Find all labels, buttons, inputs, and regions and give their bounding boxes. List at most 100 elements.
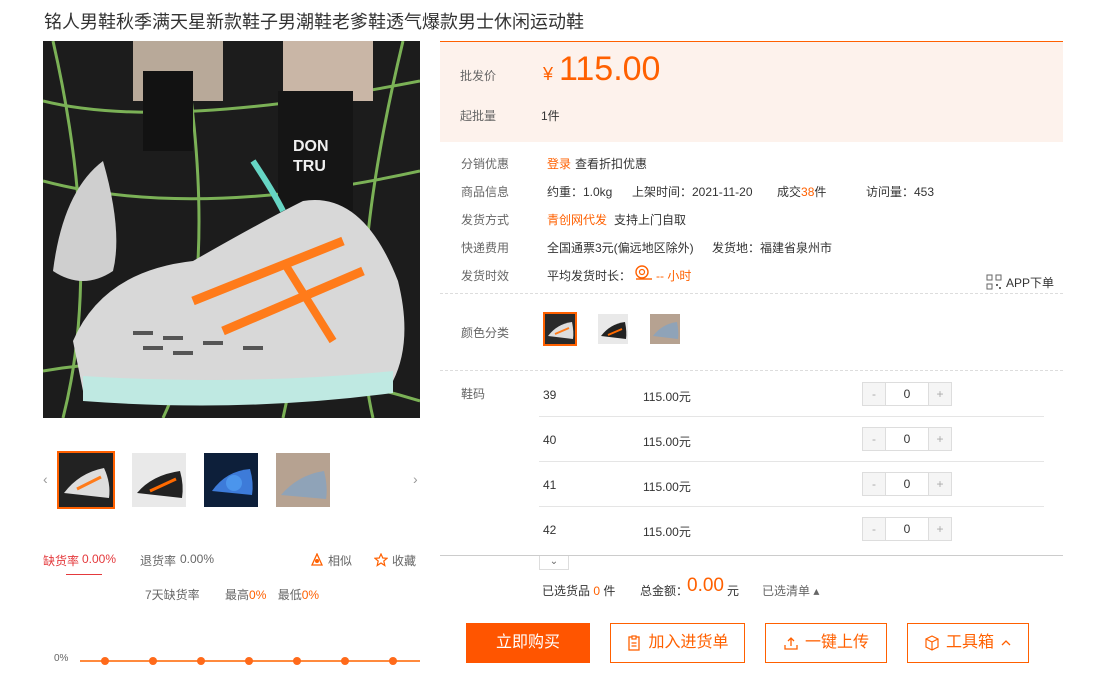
shipping-provider[interactable]: 青创网代发	[547, 211, 607, 228]
quantity-stepper: - 0 +	[862, 472, 952, 496]
size-value: 42	[543, 523, 557, 537]
login-link[interactable]: 登录	[547, 155, 571, 172]
favorite-label: 收藏	[392, 554, 417, 568]
thumbs-prev-icon[interactable]: ‹	[43, 471, 48, 487]
quantity-stepper: - 0 +	[862, 517, 952, 541]
similar-icon	[310, 552, 324, 566]
clipboard-icon	[628, 635, 641, 651]
add-to-list-label: 加入进货单	[648, 634, 729, 651]
selected-list-toggle[interactable]: 已选清单 ▴	[762, 582, 819, 599]
total-value: 0.00	[687, 575, 724, 596]
size-value: 39	[543, 388, 557, 402]
discount-text[interactable]: 查看折扣优惠	[575, 155, 647, 172]
quantity-stepper: - 0 +	[862, 382, 952, 406]
thumbs-next-icon[interactable]: ›	[413, 471, 418, 487]
price-box	[440, 41, 1063, 142]
decrement-button[interactable]: -	[863, 518, 885, 540]
time-label: 发货时效	[461, 269, 510, 283]
thumbnail-strip: ‹ ›	[43, 451, 427, 511]
size-price: 115.00元	[643, 390, 691, 404]
selected-unit: 件	[603, 584, 616, 598]
deals-suffix: 件	[814, 185, 827, 199]
increment-button[interactable]: +	[929, 428, 951, 450]
view-count: 访问量：453	[866, 185, 935, 199]
spark-point	[149, 657, 157, 665]
quantity-input[interactable]: 0	[885, 383, 929, 405]
size-value: 40	[543, 433, 557, 447]
toolbox-button[interactable]: 工具箱	[907, 623, 1029, 663]
goods-info-label: 商品信息	[461, 185, 510, 199]
thumbnail-4[interactable]	[274, 451, 332, 509]
add-to-list-button[interactable]: 加入进货单	[610, 623, 745, 663]
color-option-1[interactable]	[543, 312, 577, 346]
color-option-3[interactable]	[648, 312, 682, 346]
toolbox-label: 工具箱	[945, 634, 994, 651]
moq-value: 1件	[541, 109, 560, 123]
total-label: 总金额：	[640, 584, 689, 598]
color-label: 颜色分类	[461, 326, 510, 340]
similar-button[interactable]: 相似	[310, 552, 352, 569]
snail-icon	[635, 265, 652, 280]
fee-label: 快递费用	[461, 241, 510, 255]
min-label: 最低	[277, 588, 302, 602]
quantity-input[interactable]: 0	[885, 473, 929, 495]
collapse-toggle[interactable]: ⌄	[539, 556, 569, 570]
shortage-underline	[66, 574, 102, 575]
spark-axis-label: 0%	[54, 653, 69, 664]
buy-now-button[interactable]: 立即购买	[466, 623, 590, 663]
avg-time-value: -- 小时	[656, 267, 691, 284]
upload-icon	[784, 637, 798, 650]
thumbnail-3[interactable]	[202, 451, 260, 509]
seven-day-label: 7天缺货率	[145, 588, 200, 602]
svg-text:TRU: TRU	[293, 158, 326, 175]
info-divider	[440, 293, 1063, 294]
shipping-pickup: 支持上门自取	[614, 213, 687, 227]
size-price: 115.00元	[643, 525, 691, 539]
avg-time-label: 平均发货时长：	[547, 269, 632, 283]
decrement-button[interactable]: -	[863, 428, 885, 450]
color-option-2[interactable]	[596, 312, 630, 346]
one-click-upload-button[interactable]: 一键上传	[765, 623, 887, 663]
thumbnail-1[interactable]	[57, 451, 115, 509]
shipping-label: 发货方式	[461, 213, 510, 227]
fee-value: 全国通票3元(偏远地区除外)	[547, 241, 694, 255]
upload-label: 一键上传	[804, 634, 869, 651]
color-divider	[440, 370, 1063, 371]
size-list-bottom	[440, 555, 1063, 556]
product-title: 铭人男鞋秋季满天星新款鞋子男潮鞋老爹鞋透气爆款男士休闲运动鞋	[44, 12, 584, 32]
app-order-button[interactable]: APP下单	[986, 274, 1054, 291]
quantity-input[interactable]: 0	[885, 428, 929, 450]
cube-icon	[925, 635, 939, 651]
increment-button[interactable]: +	[929, 473, 951, 495]
moq-label: 起批量	[460, 109, 497, 123]
shoe-illustration: DON TRU	[43, 41, 420, 418]
listed-date: 上架时间：2021-11-20	[632, 185, 753, 199]
avg-time-number: -- 小时	[656, 269, 692, 283]
size-label: 鞋码	[461, 387, 486, 401]
deals-prefix: 成交	[777, 185, 802, 199]
spark-point	[341, 657, 349, 665]
selected-summary: 已选货品 0 件	[542, 582, 615, 599]
row-divider	[539, 461, 1044, 462]
decrement-button[interactable]: -	[863, 383, 885, 405]
row-divider	[539, 506, 1044, 507]
main-product-image[interactable]: DON TRU	[43, 41, 420, 418]
thumbnail-2[interactable]	[130, 451, 188, 509]
deals-count: 成交38件	[777, 183, 826, 200]
increment-button[interactable]: +	[929, 518, 951, 540]
app-order-label: APP下单	[1006, 276, 1055, 290]
favorite-button[interactable]: 收藏	[373, 552, 417, 569]
spark-point	[389, 657, 397, 665]
increment-button[interactable]: +	[929, 383, 951, 405]
shortage-label: 缺货率	[43, 554, 80, 568]
discount-label: 分销优惠	[461, 157, 510, 171]
max-value: 0%	[249, 588, 267, 602]
quantity-input[interactable]: 0	[885, 518, 929, 540]
selected-count: 0	[593, 584, 601, 598]
decrement-button[interactable]: -	[863, 473, 885, 495]
ship-from: 发货地：福建省泉州市	[712, 241, 833, 255]
stats-row: 缺货率 0.00% 退货率 0.00% 相似 收藏	[43, 552, 423, 575]
total-unit: 元	[727, 584, 740, 598]
return-label: 退货率	[140, 554, 177, 568]
quantity-stepper: - 0 +	[862, 427, 952, 451]
